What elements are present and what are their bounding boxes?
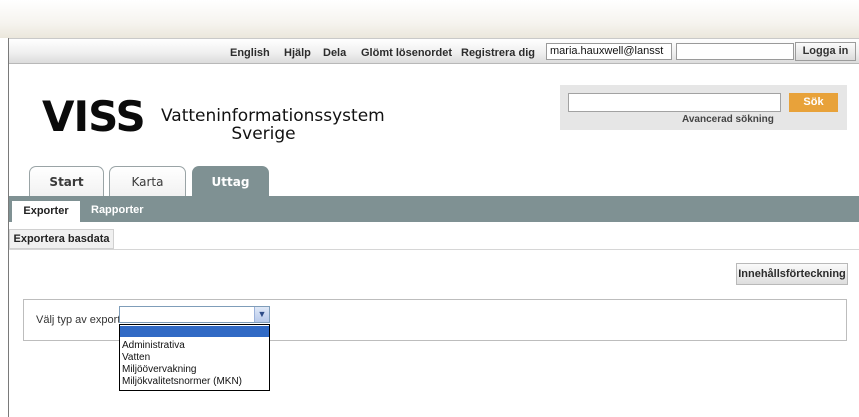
dropdown-option-vatten[interactable]: Vatten	[120, 352, 269, 363]
login-button[interactable]: Logga in	[795, 42, 856, 61]
help-link[interactable]: Hjälp	[284, 47, 311, 59]
section-divider	[9, 249, 859, 250]
dropdown-option-empty[interactable]	[120, 326, 269, 337]
export-type-select[interactable]: ▼	[119, 306, 270, 323]
utility-bar: English Hjälp Dela Glömt lösenordet Regi…	[9, 38, 859, 64]
search-button[interactable]: Sök	[789, 93, 838, 112]
page-left-border	[8, 38, 9, 417]
browser-top-band	[0, 0, 859, 38]
logo-subtitle-line1: Vatteninformationssystem	[161, 106, 385, 126]
search-input[interactable]	[568, 93, 781, 112]
export-type-dropdown-list: Administrativa Vatten Miljöövervakning M…	[119, 324, 270, 391]
logo-subtitle-line2: Sverige	[231, 124, 296, 144]
subnav-item-rapporter[interactable]: Rapporter	[91, 198, 144, 222]
tab-karta[interactable]: Karta	[109, 166, 186, 197]
sub-navigation: Exporter Rapporter	[9, 198, 859, 222]
logo-subtitle: Vatteninformationssystem Sverige	[161, 106, 385, 144]
share-link[interactable]: Dela	[323, 47, 346, 59]
chevron-down-icon[interactable]: ▼	[254, 307, 269, 322]
viss-logo[interactable]: VISS	[42, 96, 146, 138]
tab-start[interactable]: Start	[29, 166, 104, 197]
search-panel: Sök Avancerad sökning	[560, 85, 847, 130]
forgot-password-link[interactable]: Glömt lösenordet	[361, 47, 452, 59]
language-english-link[interactable]: English	[230, 47, 270, 59]
subnav-item-exporter[interactable]: Exporter	[12, 201, 80, 222]
dropdown-option-mkn[interactable]: Miljökvalitetsnormer (MKN)	[120, 376, 269, 387]
password-input[interactable]	[676, 43, 794, 60]
dropdown-option-miljoovervakning[interactable]: Miljöövervakning	[120, 364, 269, 375]
dropdown-option-administrativa[interactable]: Administrativa	[120, 340, 269, 351]
tab-uttag[interactable]: Uttag	[192, 166, 269, 197]
export-type-label: Välj typ av export:	[36, 314, 124, 326]
advanced-search-link[interactable]: Avancerad sökning	[682, 114, 774, 125]
tab-export-basdata[interactable]: Exportera basdata	[9, 229, 114, 249]
table-of-contents-button[interactable]: Innehållsförteckning	[736, 263, 848, 285]
register-link[interactable]: Registrera dig	[461, 47, 535, 59]
username-input[interactable]: maria.hauxwell@lansst	[546, 43, 672, 60]
